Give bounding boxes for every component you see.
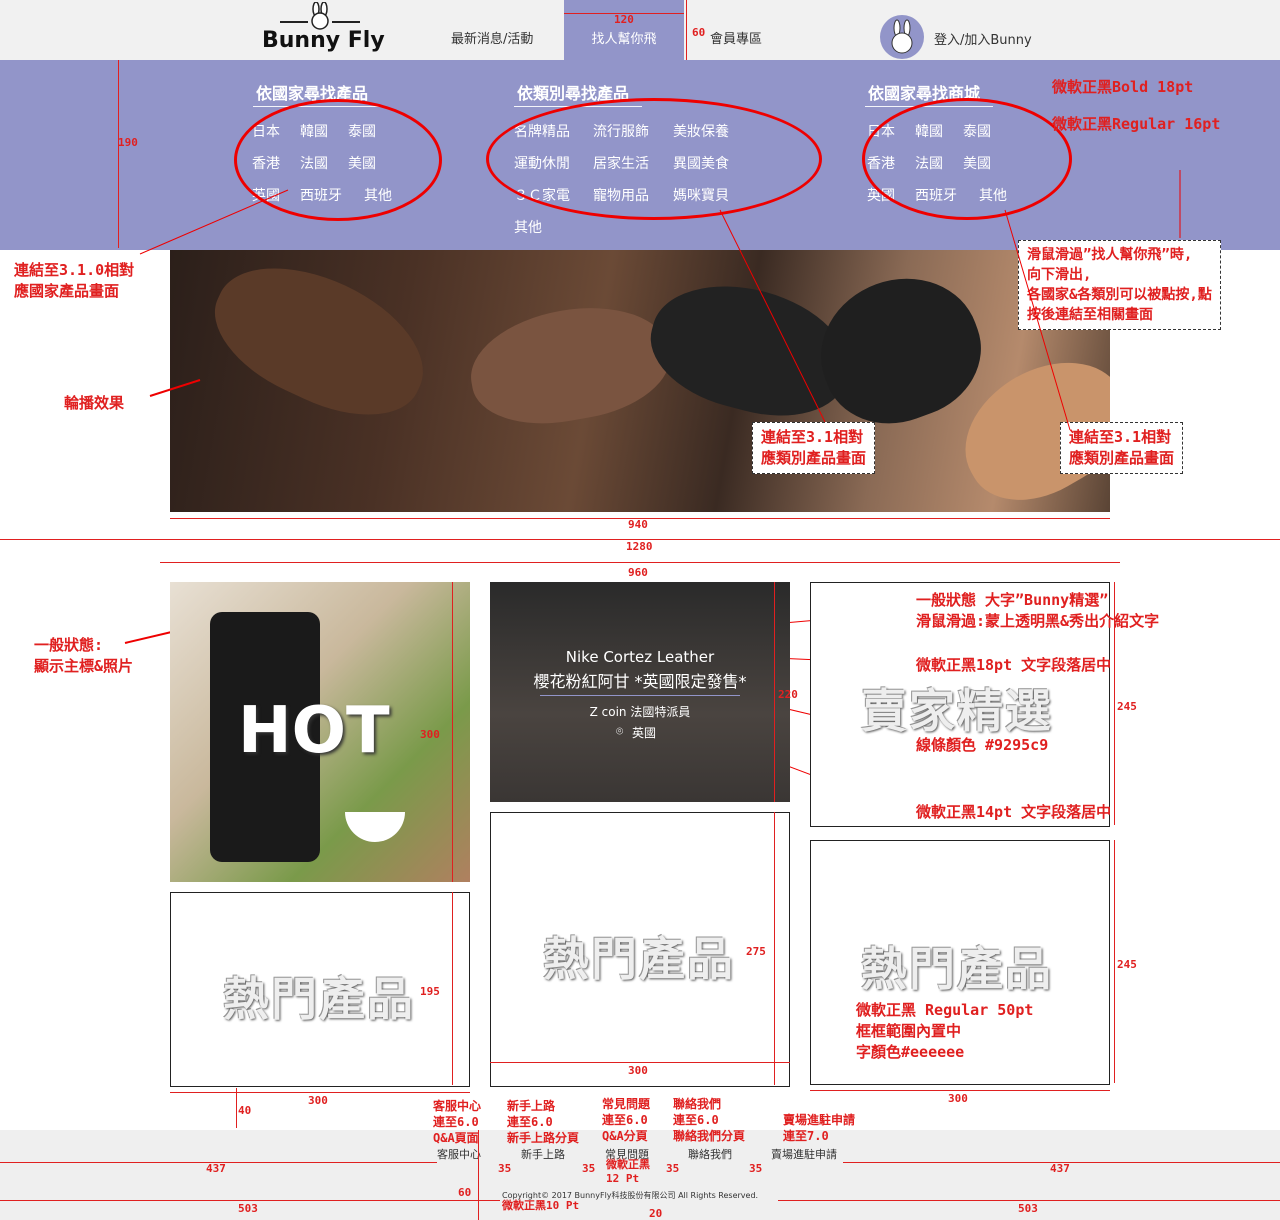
footer-link-newbie[interactable]: 新手上路 <box>521 1146 565 1162</box>
annotation-line-color: 線條顏色 #9295c9 <box>916 736 1049 754</box>
footer-link-service[interactable]: 客服中心 <box>437 1146 481 1162</box>
promo-subtitle: 櫻花粉紅阿甘 *英國限定發售* <box>533 672 747 691</box>
footer-note: 常見問題 連至6.0 Q&A分頁 <box>602 1097 651 1143</box>
promo-location: 英國 <box>632 726 657 740</box>
annotation-normal-state: 一般狀態: 顯示主標&照片 <box>34 636 134 675</box>
dim-label: 35 <box>498 1162 512 1175</box>
dim-line <box>478 1130 479 1220</box>
dim-line <box>810 1090 1110 1091</box>
annotation-bunny-pick: 一般狀態 大字”Bunny精選” 滑鼠滑過:蒙上透明黑&秀出介紹文字 <box>916 591 1160 630</box>
dim-line <box>0 1200 500 1201</box>
dim-label: 220 <box>778 688 798 701</box>
annotation-font14: 微軟正黑14pt 文字段落居中 <box>916 803 1112 821</box>
hot-product-label: 熱門產品 <box>223 972 415 1026</box>
dim-line <box>774 812 775 1085</box>
dim-label: 300 <box>628 1064 648 1077</box>
dim-label: 35 <box>582 1162 596 1175</box>
promo-divider <box>540 695 740 696</box>
promo-title: Nike Cortez Leather <box>565 648 715 666</box>
dim-label: 20 <box>649 1207 663 1220</box>
dim-label: 437 <box>206 1162 226 1175</box>
seller-pick-label: 賣家精選 <box>861 684 1053 738</box>
hot-label: HOT <box>238 694 390 768</box>
dim-line <box>170 1092 470 1093</box>
promo-seller: Z coin 法國特派員 <box>589 705 691 719</box>
dim-label: 437 <box>1050 1162 1070 1175</box>
dim-label: 195 <box>420 985 440 998</box>
strawberry-bowl <box>345 812 405 842</box>
dim-label: 300 <box>948 1092 968 1105</box>
promo-card[interactable]: Nike Cortez Leather 櫻花粉紅阿甘 *英國限定發售* Z co… <box>490 582 790 802</box>
dim-label: 275 <box>746 945 766 958</box>
hot-product-label: 熱門產品 <box>543 932 735 986</box>
dim-label: 35 <box>666 1162 680 1175</box>
location-pin-icon: ⌾ <box>616 724 624 738</box>
dim-label: 503 <box>238 1202 258 1215</box>
footer-note: 微軟正黑10 Pt <box>502 1199 580 1212</box>
dim-label: 60 <box>458 1186 472 1199</box>
annotation-font18: 微軟正黑18pt 文字段落居中 <box>916 656 1112 674</box>
annotation-card-font: 微軟正黑 Regular 50pt 框框範圍內置中 字顏色#eeeeee <box>856 1001 1034 1061</box>
footer-note: 聯絡我們 連至6.0 聯絡我們分頁 <box>673 1097 746 1143</box>
dim-label: 300 <box>308 1094 328 1107</box>
dim-label: 503 <box>1018 1202 1038 1215</box>
dim-line <box>774 582 775 802</box>
footer-link-contact[interactable]: 聯絡我們 <box>688 1146 732 1162</box>
dim-label: 960 <box>628 566 648 579</box>
dim-line <box>452 892 453 1085</box>
dim-label: 40 <box>238 1104 252 1117</box>
dim-line <box>160 562 1120 563</box>
dim-label: 300 <box>420 728 440 741</box>
dim-label: 245 <box>1117 958 1137 971</box>
footer-note: 微軟正黑 12 Pt <box>606 1158 650 1185</box>
dim-label: 1280 <box>626 540 653 553</box>
dim-label: 245 <box>1117 700 1137 713</box>
footer-link-apply[interactable]: 賣場進駐申請 <box>771 1146 837 1162</box>
footer-note: 賣場進駐申請 連至7.0 <box>783 1113 856 1143</box>
dim-line <box>490 1062 790 1063</box>
dim-label: 940 <box>628 518 648 531</box>
dim-line <box>452 582 453 882</box>
dim-line <box>778 1200 1280 1201</box>
dim-line <box>236 1088 237 1128</box>
footer-note: 客服中心 連至6.0 Q&A頁面 <box>433 1099 482 1145</box>
footer-note: 新手上路 連至6.0 新手上路分頁 <box>507 1099 580 1145</box>
hot-product-card-2[interactable]: 熱門產品 <box>490 812 790 1087</box>
hot-product-label: 熱門產品 <box>861 942 1053 996</box>
dim-line <box>1114 840 1115 1083</box>
dim-label: 35 <box>749 1162 763 1175</box>
